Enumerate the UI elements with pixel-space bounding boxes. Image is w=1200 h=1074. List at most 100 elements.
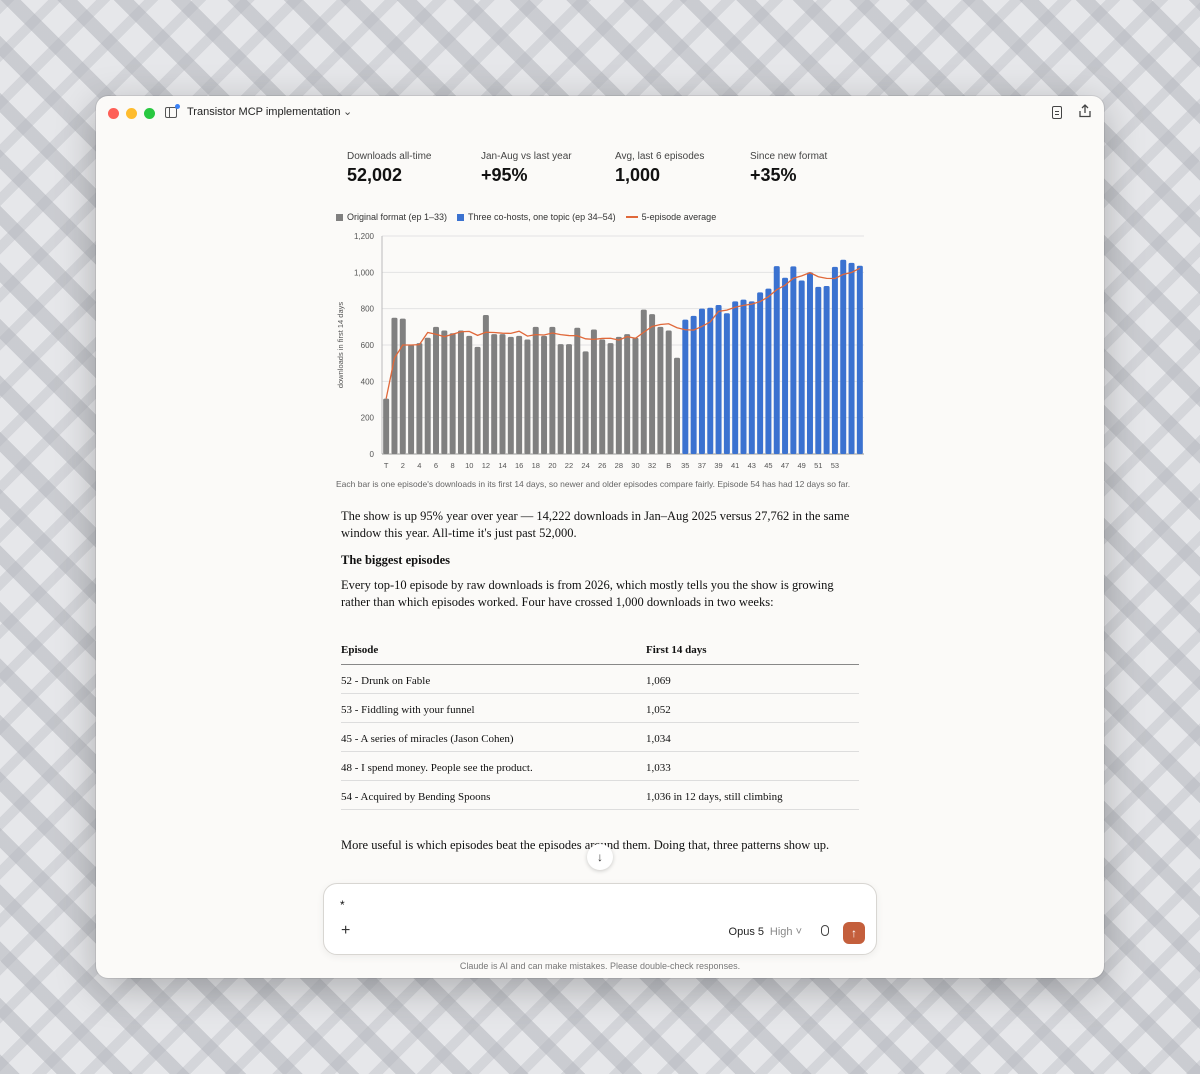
x-tick-label: 6 — [434, 461, 438, 470]
x-tick-label: 41 — [731, 461, 739, 470]
cell-episode: 52 - Drunk on Fable — [341, 675, 431, 687]
send-button[interactable]: ↑ — [843, 922, 865, 944]
cell-downloads: 1,036 in 12 days, still climbing — [646, 791, 783, 803]
chart-bar — [732, 301, 739, 454]
minimize-window-button[interactable] — [126, 108, 137, 119]
chart-bar — [831, 266, 838, 454]
chart-bar — [416, 343, 423, 454]
x-tick-label: 32 — [648, 461, 656, 470]
chart-bar — [815, 286, 822, 454]
chart-bar — [682, 319, 689, 454]
legend-item-average: 5-episode average — [625, 212, 716, 222]
paragraph-top-episodes: Every top-10 episode by raw downloads is… — [341, 578, 834, 609]
cell-episode: 45 - A series of miracles (Jason Cohen) — [341, 733, 514, 745]
x-tick-label: 24 — [581, 461, 589, 470]
x-tick-label: T — [384, 461, 389, 470]
chart-bar — [806, 272, 813, 454]
x-tick-label: 45 — [764, 461, 772, 470]
y-tick-label: 1,000 — [354, 268, 375, 277]
chart-bar — [674, 357, 681, 454]
scroll-to-bottom-button[interactable]: ↓ — [587, 844, 613, 870]
chevron-down-icon: ˅ — [795, 926, 802, 938]
chart-bar — [657, 326, 664, 454]
chart-bar — [856, 265, 863, 454]
chart-bar — [823, 285, 830, 454]
chart-bar — [457, 330, 464, 454]
y-tick-label: 400 — [361, 377, 375, 386]
chart-bar — [482, 315, 489, 454]
legend-line — [625, 216, 638, 218]
chart-bar — [391, 317, 398, 454]
chart-bar — [773, 266, 780, 454]
table-row: 53 - Fiddling with your funnel 1,052 — [341, 694, 859, 723]
paragraph-growth: The show is up 95% year over year — 14,2… — [341, 509, 850, 540]
cell-episode: 48 - I spend money. People see the produ… — [341, 762, 533, 774]
x-tick-label: 51 — [814, 461, 822, 470]
chart-bar — [649, 314, 656, 454]
chart-bar — [466, 335, 473, 454]
stat-label: Since new format — [750, 151, 828, 162]
chart-bar — [399, 318, 406, 454]
moving-average-line — [385, 267, 861, 399]
chart-bar — [624, 334, 631, 454]
message-composer[interactable]: * + Opus 5 High ˅ ↑ — [323, 883, 877, 955]
stat-year-over-year: Jan-Aug vs last year +95% — [481, 151, 611, 186]
x-tick-label: 35 — [681, 461, 689, 470]
x-tick-label: 8 — [451, 461, 455, 470]
legend-swatch — [457, 213, 465, 221]
x-tick-label: 43 — [748, 461, 756, 470]
maximize-window-button[interactable] — [144, 108, 155, 119]
legend-item-original: Original format (ep 1–33) — [336, 212, 447, 222]
x-tick-label: 22 — [565, 461, 573, 470]
cell-downloads: 1,069 — [646, 675, 671, 687]
column-header-episode: Episode — [341, 644, 379, 656]
add-attachment-button[interactable]: + — [341, 922, 350, 940]
x-tick-label: 37 — [698, 461, 706, 470]
y-tick-label: 0 — [370, 450, 375, 459]
chart-bar — [474, 346, 481, 454]
chart-bar — [698, 308, 705, 454]
chart-bar — [582, 351, 589, 454]
effort-selector[interactable]: High ˅ — [770, 926, 802, 938]
x-tick-label: 2 — [401, 461, 405, 470]
chart-bar — [424, 337, 431, 454]
chart-bar — [557, 344, 564, 454]
conversation-title[interactable]: Transistor MCP implementation — [187, 106, 340, 118]
chevron-down-icon[interactable]: ⌄ — [343, 105, 352, 118]
chart-bar — [757, 292, 764, 454]
chart-bar — [541, 335, 548, 454]
x-tick-label: 53 — [831, 461, 839, 470]
ai-disclaimer: Claude is AI and can make mistakes. Plea… — [459, 961, 741, 971]
chart-bar — [632, 337, 639, 454]
x-tick-label: 16 — [515, 461, 523, 470]
y-tick-label: 200 — [361, 414, 375, 423]
chart-bar — [798, 280, 805, 454]
chart-bar — [665, 330, 672, 454]
legend-swatch — [336, 213, 343, 221]
message-input[interactable]: * — [340, 898, 345, 912]
close-window-button[interactable] — [108, 108, 119, 119]
share-icon[interactable] — [1078, 104, 1092, 118]
document-icon[interactable] — [1052, 106, 1062, 119]
x-tick-label: 10 — [465, 461, 473, 470]
model-selector[interactable]: Opus 5 — [729, 926, 764, 938]
x-tick-label: 18 — [532, 461, 540, 470]
x-tick-label: 4 — [417, 461, 421, 470]
sidebar-toggle-icon[interactable] — [165, 107, 177, 118]
stat-downloads-all-time: Downloads all-time 52,002 — [347, 151, 477, 186]
x-tick-label: 26 — [598, 461, 606, 470]
table-row: 45 - A series of miracles (Jason Cohen) … — [341, 723, 859, 752]
chart-bar — [740, 299, 747, 454]
chart-bar — [790, 266, 797, 454]
microphone-icon[interactable] — [821, 925, 829, 936]
cell-downloads: 1,052 — [646, 704, 671, 716]
chart-bar — [574, 327, 581, 454]
app-window: Transistor MCP implementation ⌄ Download… — [96, 96, 1104, 978]
cell-episode: 53 - Fiddling with your funnel — [341, 704, 475, 716]
chart-bar — [524, 339, 531, 454]
table-header-row: Episode First 14 days — [341, 643, 859, 665]
y-axis-label: downloads in first 14 days — [336, 302, 345, 389]
stat-value: +95% — [481, 165, 528, 185]
cell-downloads: 1,033 — [646, 762, 671, 774]
chart-bar — [848, 262, 855, 454]
